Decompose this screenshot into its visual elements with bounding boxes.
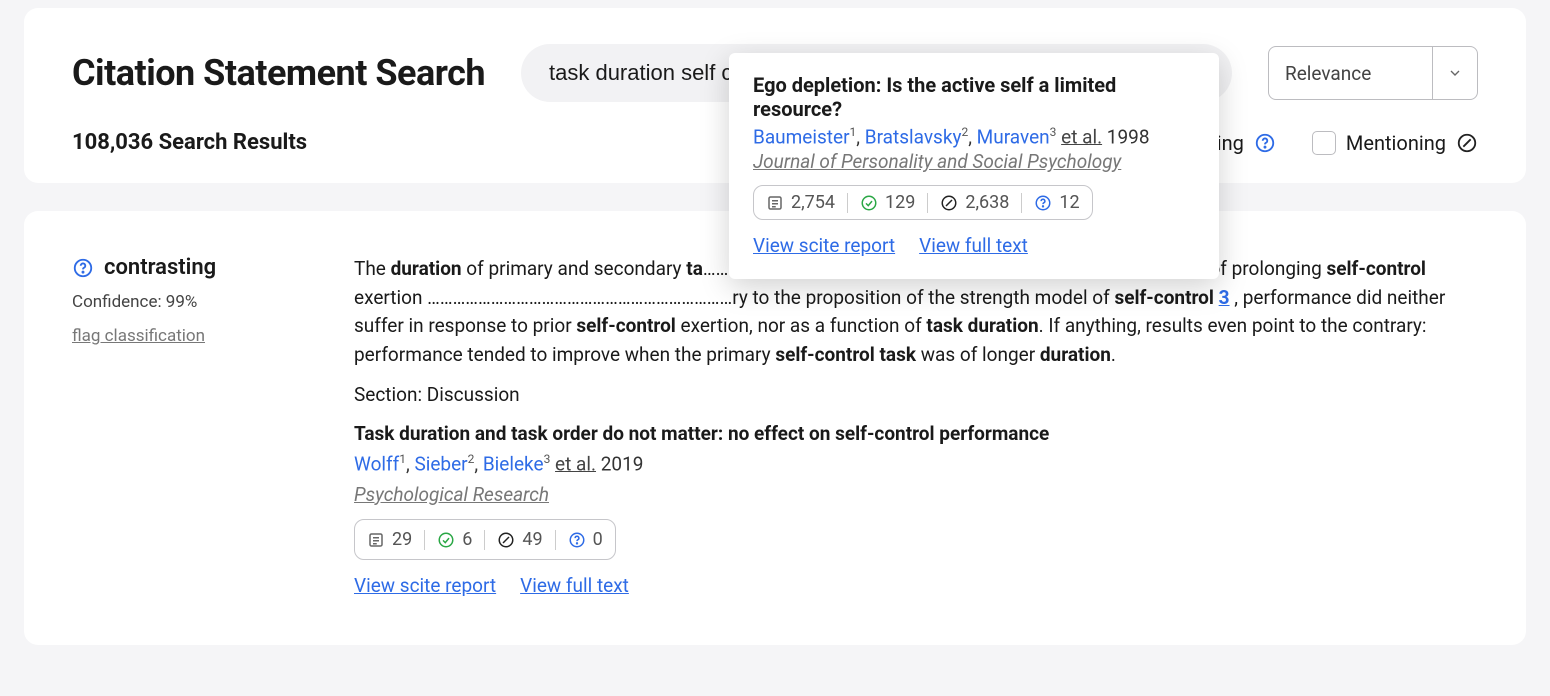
popover-authors: Baumeister1, Bratslavsky2, Muraven3 et a… [753, 125, 1195, 148]
metric-total: 29 [367, 526, 412, 553]
question-circle-icon [1254, 132, 1276, 154]
metrics-pill[interactable]: 29 6 49 0 [354, 519, 616, 560]
metric-supporting: 129 [860, 192, 915, 213]
metric-mentioning: 2,638 [940, 192, 1009, 213]
popover-journal[interactable]: Journal of Personality and Social Psycho… [753, 150, 1195, 173]
metric-contrasting: 12 [1034, 192, 1079, 213]
section-label: Section: Discussion [354, 381, 1478, 410]
paper-authors: Wolff1, Sieber2, Bieleke3 et al. 2019 [354, 450, 1478, 479]
paper-journal[interactable]: Psychological Research [354, 481, 1478, 510]
paper-title: Task duration and task order do not matt… [354, 420, 1478, 449]
checkbox[interactable] [1312, 131, 1336, 155]
sort-label: Relevance [1269, 62, 1432, 85]
flag-classification-link[interactable]: flag classification [72, 326, 330, 346]
page-title: Citation Statement Search [72, 52, 485, 94]
result-card: contrasting Confidence: 99% flag classif… [24, 211, 1526, 645]
filter-mentioning[interactable]: Mentioning [1312, 131, 1478, 155]
result-classification-panel: contrasting Confidence: 99% flag classif… [72, 255, 330, 601]
popover-metrics-pill[interactable]: 2,754 129 2,638 12 [753, 185, 1093, 220]
metric-mentioning: 49 [497, 526, 542, 553]
popover-view-full-text-link[interactable]: View full text [919, 234, 1028, 257]
view-scite-report-link[interactable]: View scite report [354, 572, 496, 601]
chevron-down-icon [1432, 47, 1477, 99]
sort-select[interactable]: Relevance [1268, 46, 1478, 100]
confidence-text: Confidence: 99% [72, 292, 330, 312]
popover-title: Ego depletion: Is the active self a limi… [753, 73, 1195, 121]
classification-label: contrasting [104, 255, 216, 280]
citation-popover: Ego depletion: Is the active self a limi… [729, 53, 1219, 279]
metric-supporting: 6 [437, 526, 472, 553]
metric-total: 2,754 [766, 192, 835, 213]
question-circle-icon [72, 257, 94, 279]
result-body: The duration of primary and secondary ta… [354, 255, 1478, 601]
metric-contrasting: 0 [568, 526, 603, 553]
slash-circle-icon [1456, 132, 1478, 154]
popover-view-report-link[interactable]: View scite report [753, 234, 895, 257]
view-full-text-link[interactable]: View full text [520, 572, 629, 601]
results-count: 108,036 Search Results [72, 130, 307, 155]
filter-label: Mentioning [1346, 131, 1446, 155]
